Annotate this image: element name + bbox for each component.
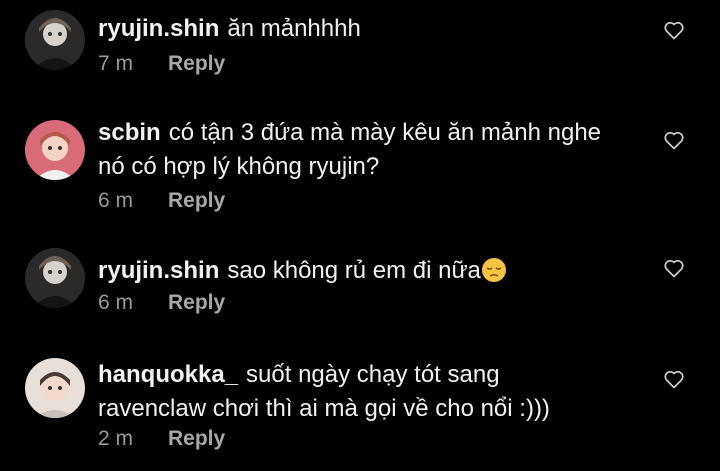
reply-button[interactable]: Reply bbox=[168, 427, 225, 450]
comment-meta: 2 m Reply bbox=[98, 427, 225, 451]
reply-button[interactable]: Reply bbox=[168, 189, 225, 212]
comment-text: ryujin.shin sao không rủ em đi nữa bbox=[98, 254, 618, 288]
heart-outline-icon[interactable] bbox=[662, 128, 686, 152]
comment-username[interactable]: hanquokka_ bbox=[98, 361, 238, 388]
avatar[interactable] bbox=[25, 358, 85, 418]
comment-text: hanquokka_ suốt ngày chạy tót sang ravenc… bbox=[98, 358, 598, 426]
avatar[interactable] bbox=[25, 248, 85, 308]
comment-body: ăn mảnhhhh bbox=[227, 15, 361, 42]
comment-meta: 6 m Reply bbox=[98, 189, 225, 213]
comment-meta: 7 m Reply bbox=[98, 52, 225, 76]
comment-username[interactable]: ryujin.shin bbox=[98, 15, 219, 42]
comment-text: ryujin.shin ăn mảnhhhh bbox=[98, 12, 618, 46]
comment-body: có tận 3 đứa mà mày kêu ăn mảnh nghe nó … bbox=[98, 119, 602, 180]
heart-outline-icon[interactable] bbox=[662, 367, 686, 391]
comment-time: 7 m bbox=[98, 52, 134, 75]
comment-time: 2 m bbox=[98, 427, 134, 450]
heart-outline-icon[interactable] bbox=[662, 256, 686, 280]
comment-time: 6 m bbox=[98, 189, 134, 212]
reply-button[interactable]: Reply bbox=[168, 291, 225, 314]
comment-username[interactable]: ryujin.shin bbox=[98, 257, 219, 284]
comment-meta: 6 m Reply bbox=[98, 291, 225, 315]
comment-username[interactable]: scbin bbox=[98, 119, 161, 146]
comment-text: scbin có tận 3 đứa mà mày kêu ăn mảnh ngh… bbox=[98, 116, 608, 184]
reply-button[interactable]: Reply bbox=[168, 52, 225, 75]
avatar[interactable] bbox=[25, 120, 85, 180]
heart-outline-icon[interactable] bbox=[662, 18, 686, 42]
comment-body: sao không rủ em đi nữa bbox=[227, 257, 481, 284]
pensive-face-emoji bbox=[481, 258, 506, 282]
avatar[interactable] bbox=[25, 10, 85, 70]
comment-time: 6 m bbox=[98, 291, 134, 314]
